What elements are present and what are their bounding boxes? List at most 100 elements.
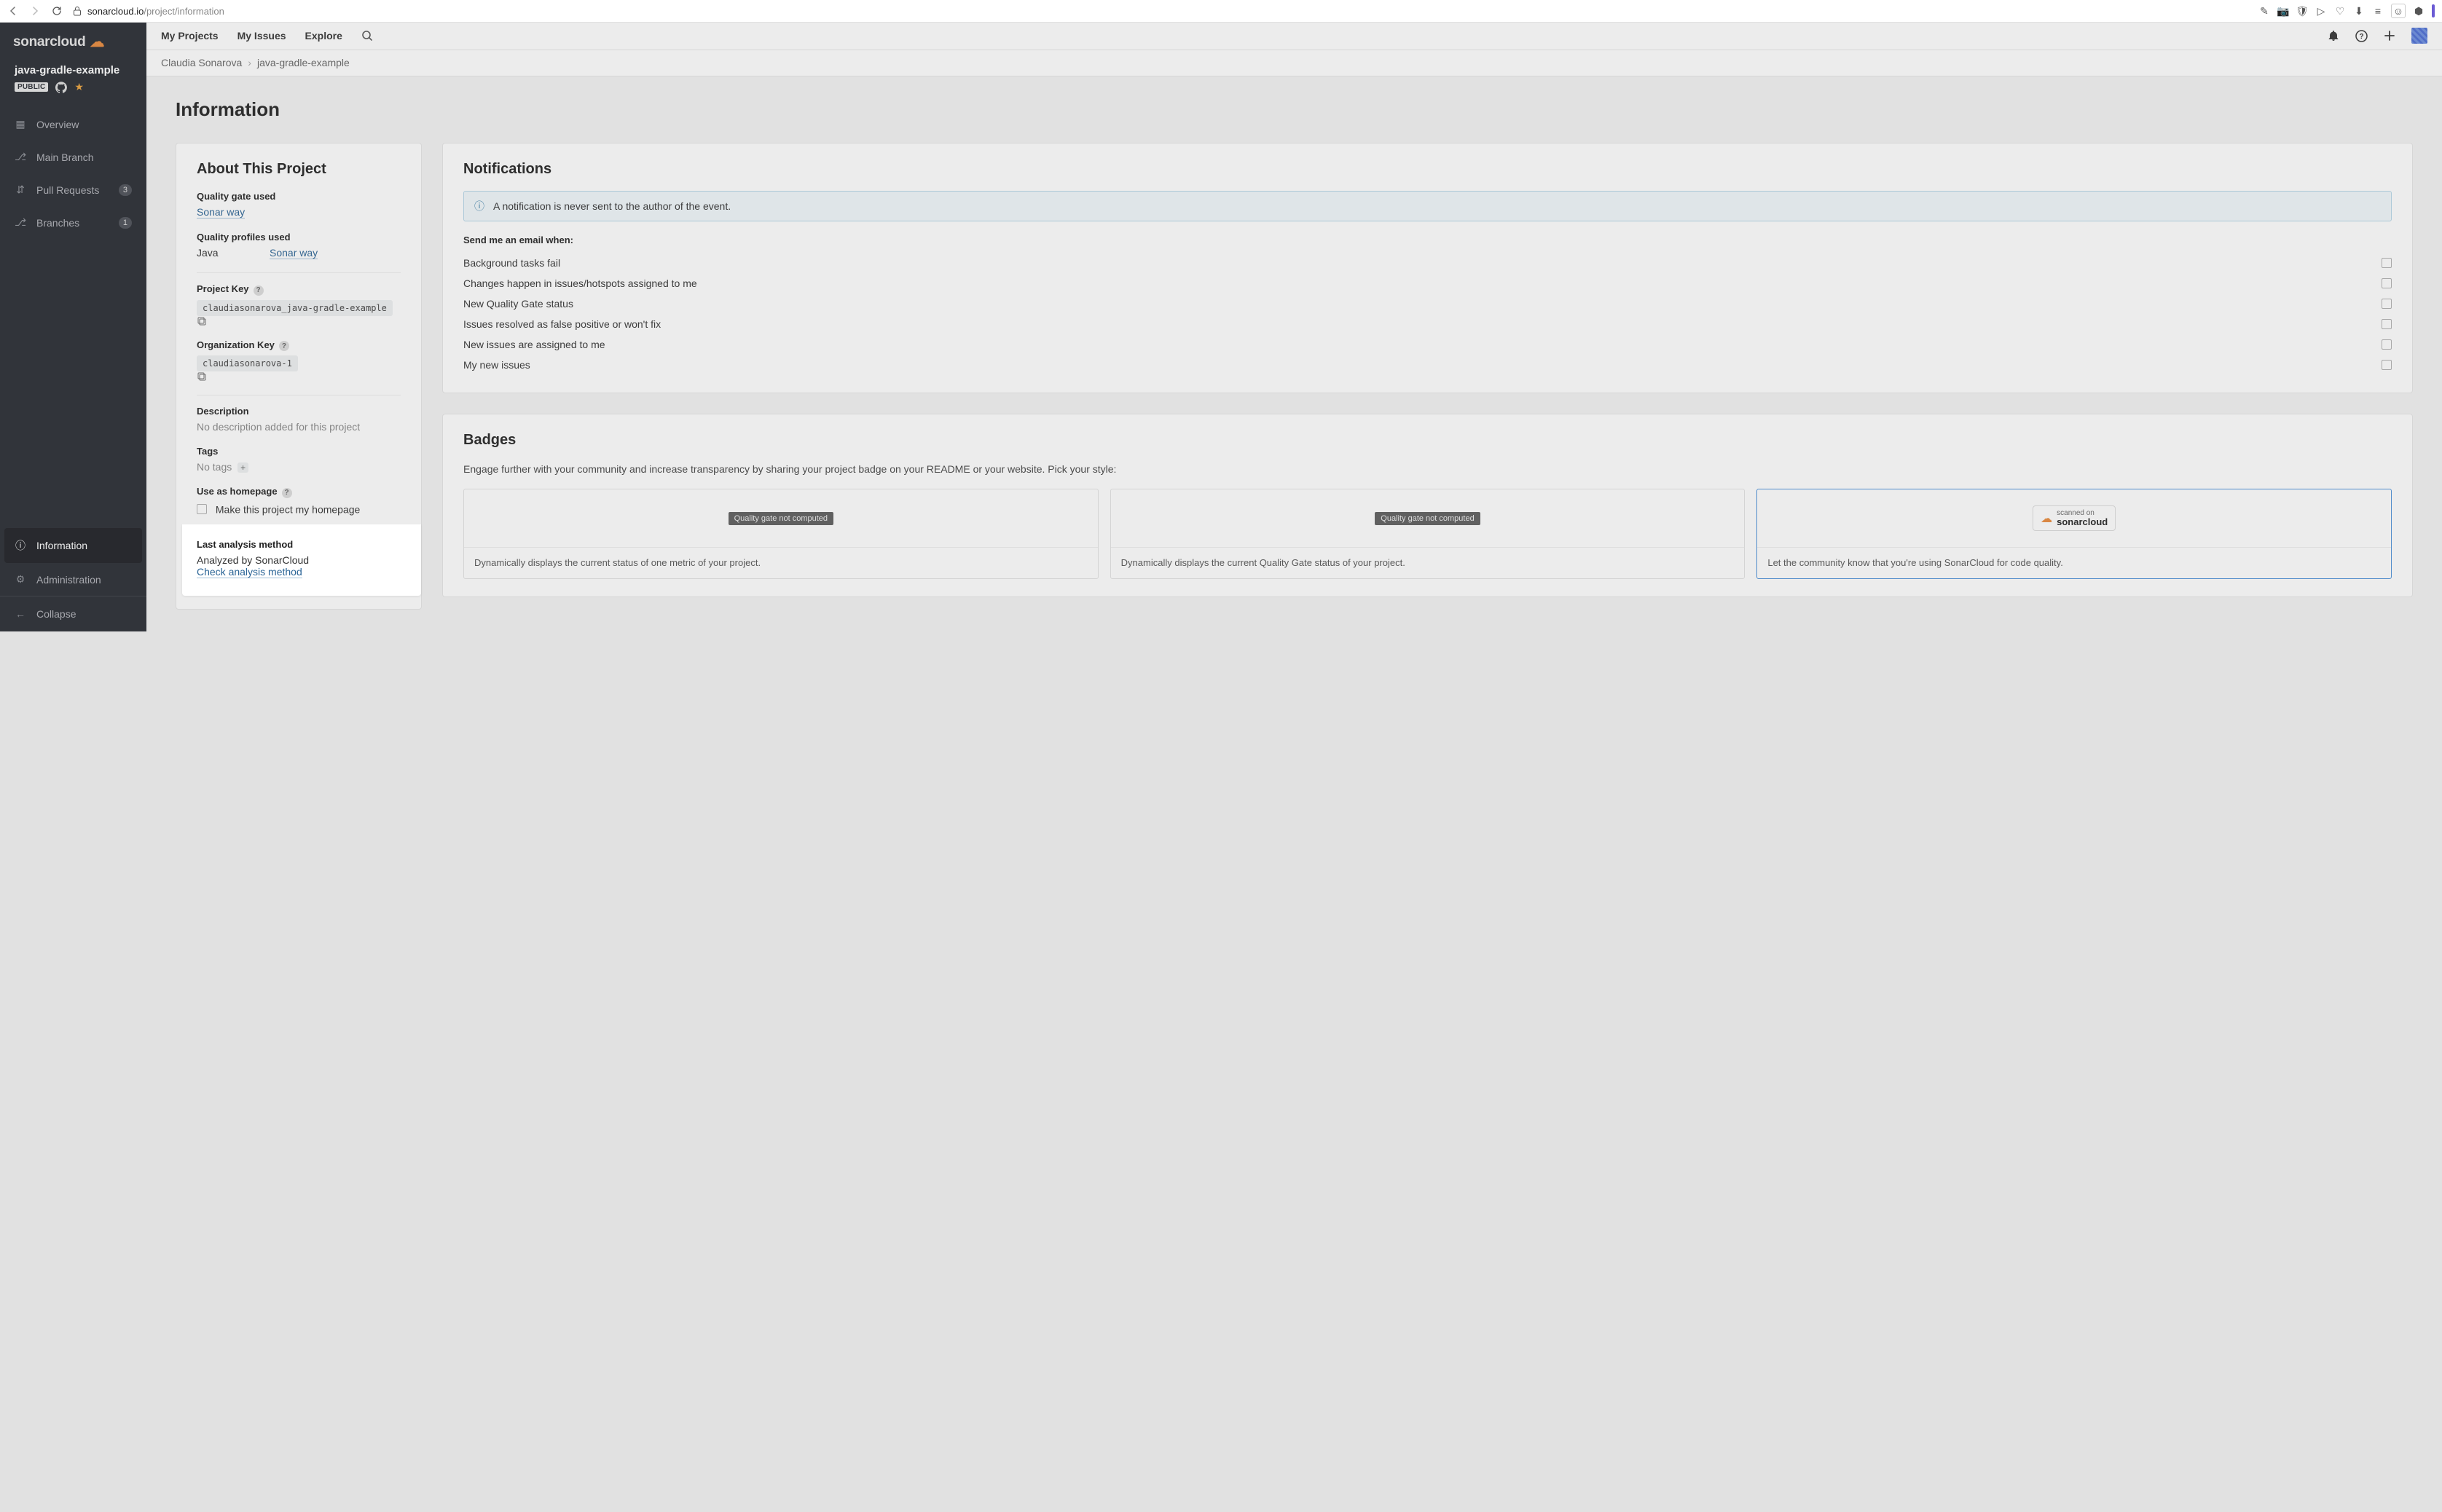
notifications-heading: Notifications	[463, 161, 2392, 178]
org-key-label: Organization Key?	[197, 339, 401, 352]
notification-checkbox[interactable]	[2382, 319, 2392, 329]
notifications-card: Notifications ⓘ A notification is never …	[442, 143, 2413, 393]
window-handle-icon	[2432, 4, 2435, 17]
reload-icon[interactable]	[51, 5, 63, 17]
project-key-value: claudiasonarova_java-gradle-example	[197, 300, 393, 316]
badge-option-quality-gate[interactable]: Quality gate not computed Dynamically di…	[1110, 489, 1746, 579]
topbar: My Projects My Issues Explore ?	[146, 23, 2442, 50]
sidebar-item-pull-requests[interactable]: ⇵ Pull Requests 3	[0, 173, 146, 206]
sidebar-item-label: Administration	[36, 574, 101, 586]
org-key-value: claudiasonarova-1	[197, 355, 298, 371]
about-card: About This Project Quality gate used Son…	[176, 143, 422, 610]
notification-row: Changes happen in issues/hotspots assign…	[463, 273, 2392, 294]
badge-caption: Dynamically displays the current Quality…	[1111, 548, 1745, 578]
notification-checkbox[interactable]	[2382, 258, 2392, 268]
info-icon: ⓘ	[474, 199, 484, 213]
star-icon[interactable]: ★	[74, 81, 84, 93]
sidebar-item-overview[interactable]: ▦ Overview	[0, 108, 146, 141]
badge-caption: Dynamically displays the current status …	[464, 548, 1098, 578]
camera-icon[interactable]: 📷	[2277, 5, 2289, 17]
help-icon[interactable]: ?	[2355, 30, 2368, 42]
homepage-label: Use as homepage?	[197, 486, 401, 498]
collapse-icon: ←	[15, 608, 26, 620]
badge-option-scanned[interactable]: ☁ scanned on sonarcloud Let the communit…	[1756, 489, 2392, 579]
topnav-explore[interactable]: Explore	[305, 30, 342, 42]
cloud-icon: ☁	[90, 33, 104, 51]
pr-count-badge: 3	[119, 184, 132, 196]
url-bar[interactable]: sonarcloud.io/project/information	[73, 6, 2248, 17]
help-icon[interactable]: ?	[282, 488, 292, 498]
quality-gate-link[interactable]: Sonar way	[197, 206, 245, 218]
add-tag-button[interactable]: +	[237, 462, 248, 473]
sidebar-item-label: Main Branch	[36, 151, 94, 163]
notification-checkbox[interactable]	[2382, 360, 2392, 370]
list-icon[interactable]: ≡	[2372, 5, 2384, 17]
help-icon[interactable]: ?	[254, 286, 264, 296]
notification-checkbox[interactable]	[2382, 339, 2392, 350]
sidebar-item-label: Pull Requests	[36, 184, 99, 196]
search-icon[interactable]	[361, 30, 373, 42]
back-icon[interactable]	[7, 5, 19, 17]
notification-row: My new issues	[463, 355, 2392, 375]
last-analysis-label: Last analysis method	[197, 539, 401, 550]
info-icon: ⓘ	[15, 538, 26, 553]
branch-count-badge: 1	[119, 217, 132, 229]
description-value: No description added for this project	[197, 421, 401, 433]
github-icon[interactable]	[55, 82, 67, 93]
about-heading: About This Project	[197, 161, 401, 178]
description-label: Description	[197, 406, 401, 417]
quality-gate-label: Quality gate used	[197, 191, 401, 202]
sidebar-item-administration[interactable]: ⚙ Administration	[0, 563, 146, 596]
avatar[interactable]	[2411, 28, 2427, 44]
branch-main-icon: ⎇	[15, 151, 26, 163]
sidebar-item-main-branch[interactable]: ⎇ Main Branch	[0, 141, 146, 173]
topnav-my-projects[interactable]: My Projects	[161, 30, 219, 42]
plus-icon[interactable]	[2384, 30, 2395, 42]
topnav-my-issues[interactable]: My Issues	[237, 30, 286, 42]
play-icon[interactable]: ▷	[2315, 5, 2327, 17]
badges-heading: Badges	[463, 432, 2392, 449]
breadcrumb-org[interactable]: Claudia Sonarova	[161, 57, 242, 68]
bell-icon[interactable]	[2328, 30, 2339, 42]
qp-profile-link[interactable]: Sonar way	[270, 247, 318, 259]
breadcrumb-sep: ›	[248, 57, 251, 68]
info-banner: ⓘ A notification is never sent to the au…	[463, 191, 2392, 221]
browser-chrome: sonarcloud.io/project/information ✎ 📷 🛡 …	[0, 0, 2442, 23]
homepage-checkbox-label: Make this project my homepage	[216, 503, 360, 515]
copy-icon[interactable]	[197, 316, 401, 326]
help-icon[interactable]: ?	[279, 341, 289, 351]
edit-icon[interactable]: ✎	[2258, 5, 2270, 17]
badge-option-metric[interactable]: Quality gate not computed Dynamically di…	[463, 489, 1099, 579]
download-icon[interactable]: ⬇	[2353, 5, 2365, 17]
url-path: /project/information	[144, 6, 224, 17]
copy-icon[interactable]	[197, 371, 401, 382]
project-name: java-gradle-example	[15, 64, 132, 76]
sidebar-item-information[interactable]: ⓘ Information	[4, 528, 142, 563]
homepage-checkbox[interactable]	[197, 504, 207, 514]
notification-checkbox[interactable]	[2382, 278, 2392, 288]
sidebar-item-branches[interactable]: ⎇ Branches 1	[0, 206, 146, 239]
notification-row: Background tasks fail	[463, 253, 2392, 273]
breadcrumb-project[interactable]: java-gradle-example	[257, 57, 350, 68]
svg-text:?: ?	[2359, 33, 2363, 41]
badge-chip: Quality gate not computed	[1375, 512, 1480, 525]
forward-icon[interactable]	[29, 5, 41, 17]
profile-chip-icon[interactable]: ☺	[2391, 4, 2406, 18]
tags-label: Tags	[197, 446, 401, 457]
cube-icon[interactable]: ⬢	[2413, 5, 2425, 17]
check-analysis-link[interactable]: Check analysis method	[197, 566, 302, 578]
brand-logo[interactable]: sonarcloud ☁	[0, 23, 146, 60]
notification-checkbox[interactable]	[2382, 299, 2392, 309]
url-host: sonarcloud.io	[87, 6, 144, 17]
badges-description: Engage further with your community and i…	[463, 462, 2392, 477]
last-analysis-text: Analyzed by SonarCloud	[197, 554, 309, 566]
sidebar-collapse[interactable]: ← Collapse	[0, 596, 146, 631]
cloud-icon: ☁	[2041, 511, 2052, 526]
qp-language: Java	[197, 247, 240, 259]
gear-icon: ⚙	[15, 573, 26, 586]
heart-icon[interactable]: ♡	[2334, 5, 2346, 17]
shield-icon[interactable]: 🛡	[2296, 5, 2308, 17]
grid-icon: ▦	[15, 118, 26, 130]
visibility-badge: PUBLIC	[15, 82, 48, 92]
scanned-on-badge: ☁ scanned on sonarcloud	[2033, 505, 2116, 531]
